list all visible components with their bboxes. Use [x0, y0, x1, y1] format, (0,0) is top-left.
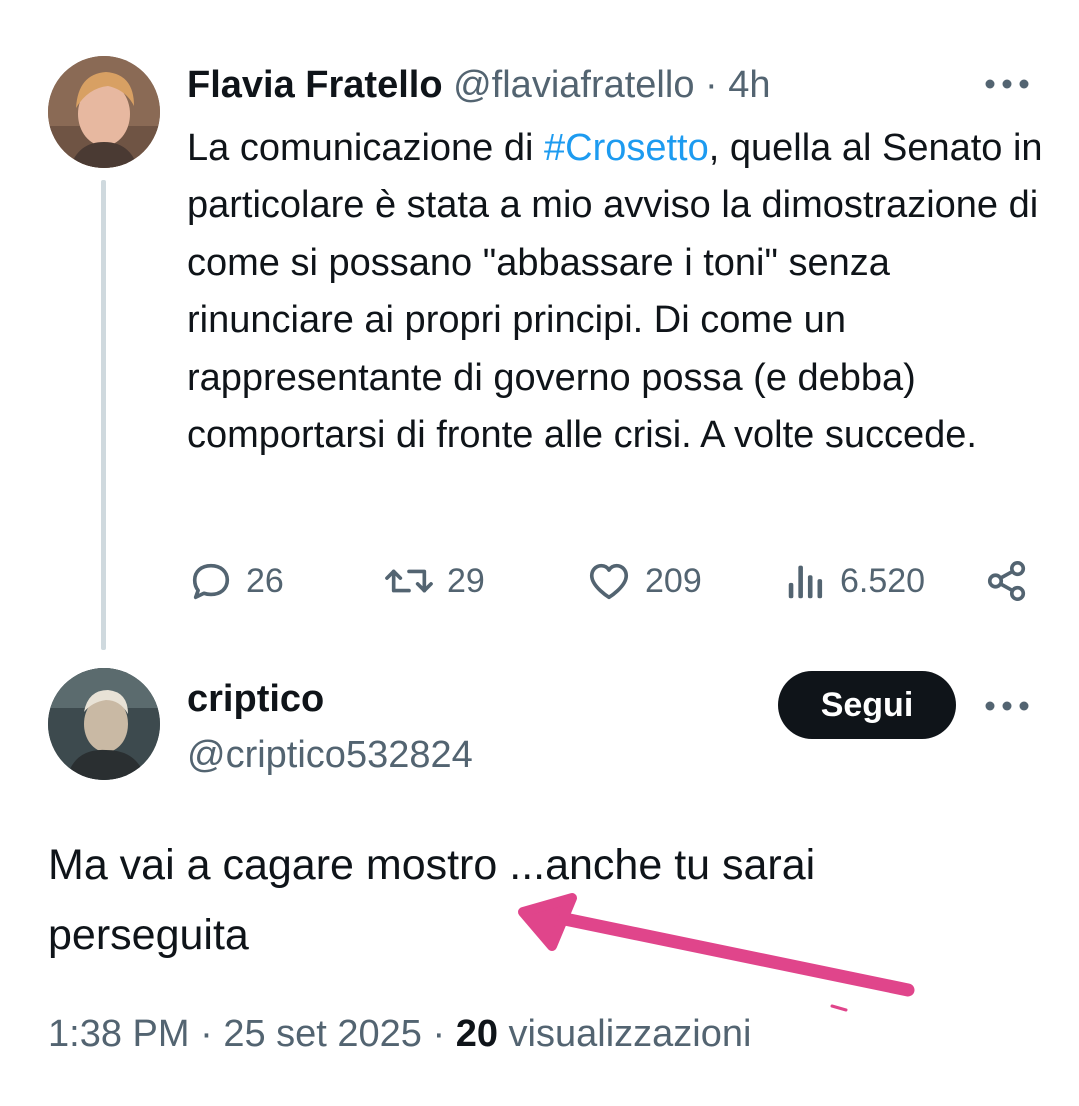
- tweet-text-part: , quella al Senato in particolare è stat…: [187, 127, 1043, 457]
- tweet-text-part: La comunicazione di: [187, 127, 544, 169]
- repost-count: 29: [447, 561, 485, 600]
- parent-more-button[interactable]: [982, 66, 1032, 102]
- share-icon: [987, 560, 1026, 602]
- reply-views-label: visualizzazioni: [508, 1013, 752, 1055]
- hashtag-link[interactable]: #Crosetto: [544, 127, 709, 169]
- tweet-time[interactable]: 4h: [728, 64, 770, 106]
- views-count: 6.520: [840, 561, 926, 600]
- header-separator: ·: [705, 64, 718, 106]
- follow-button[interactable]: Segui: [778, 671, 956, 739]
- meta-separator: ·: [432, 1013, 446, 1055]
- author-handle[interactable]: @flaviafratello: [453, 64, 694, 106]
- reply-author-name[interactable]: criptico: [187, 676, 324, 722]
- reply-count: 26: [246, 561, 284, 600]
- repost-button[interactable]: 29: [383, 556, 485, 606]
- thread-connector-line: [101, 180, 106, 650]
- reply-time[interactable]: 1:38 PM: [48, 1013, 190, 1055]
- avatar-criptico[interactable]: [48, 668, 160, 780]
- reply-meta: 1:38 PM · 25 set 2025 · 20 visualizzazio…: [48, 1008, 751, 1060]
- reply-views-count: 20: [455, 1013, 498, 1055]
- more-icon: [985, 701, 1029, 711]
- like-button[interactable]: 209: [585, 556, 702, 606]
- meta-separator: ·: [200, 1013, 213, 1055]
- reply-author-handle[interactable]: @criptico532824: [187, 732, 473, 778]
- author-name[interactable]: Flavia Fratello: [187, 64, 443, 106]
- parent-tweet-text: La comunicazione di #Crosetto, quella al…: [187, 120, 1047, 464]
- reply-icon: [192, 563, 230, 600]
- like-icon: [589, 563, 629, 600]
- reply-tweet-text: Ma vai a cagare mostro ...anche tu sarai…: [48, 841, 816, 959]
- reply-button[interactable]: 26: [188, 556, 284, 606]
- reply-more-button[interactable]: [982, 688, 1032, 724]
- views-icon: [788, 565, 823, 599]
- more-icon: [985, 79, 1029, 89]
- like-count: 209: [645, 561, 702, 600]
- avatar-flavia-fratello[interactable]: [48, 56, 160, 168]
- views-button[interactable]: 6.520: [784, 556, 925, 606]
- reply-date[interactable]: 25 set 2025: [223, 1013, 422, 1055]
- parent-tweet-header: Flavia Fratello @flaviafratello · 4h: [187, 62, 771, 108]
- share-button[interactable]: [984, 556, 1030, 606]
- repost-icon: [385, 569, 433, 593]
